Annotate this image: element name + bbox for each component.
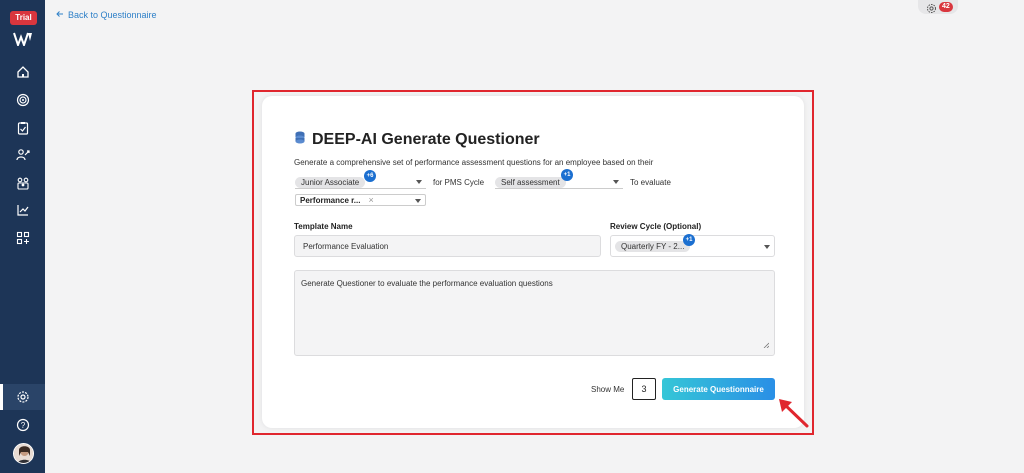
role-more-badge: +6 xyxy=(364,170,376,182)
apps-icon[interactable] xyxy=(14,229,32,247)
subtitle: Generate a comprehensive set of performa… xyxy=(294,158,654,167)
prompt-textarea[interactable]: Generate Questioner to evaluate the perf… xyxy=(294,270,775,356)
chart-icon[interactable] xyxy=(14,201,32,219)
help-icon[interactable]: ? xyxy=(14,416,32,434)
ai-database-icon xyxy=(294,131,306,149)
gear-icon[interactable] xyxy=(14,388,32,406)
back-to-questionnaire-link[interactable]: Back to Questionnaire xyxy=(56,10,157,20)
clipboard-icon[interactable] xyxy=(14,119,32,137)
page-title-text: DEEP-AI Generate Questioner xyxy=(312,131,540,148)
review-cycle-select[interactable]: Quarterly FY - 2... +1 xyxy=(610,234,775,257)
generate-questionnaire-button[interactable]: Generate Questionnaire xyxy=(662,378,775,400)
gear-icon xyxy=(926,1,937,19)
sidebar: Trial ? xyxy=(0,0,45,473)
evaluate-select[interactable]: Performance r... × xyxy=(295,194,426,206)
template-name-input[interactable]: Performance Evaluation xyxy=(294,235,601,257)
chevron-down-icon xyxy=(764,245,770,249)
role-chip: Junior Associate xyxy=(295,176,366,188)
resize-handle-icon[interactable] xyxy=(763,341,770,350)
user-growth-icon[interactable] xyxy=(14,146,32,164)
review-cycle-label: Review Cycle (Optional) xyxy=(610,222,702,231)
cycle-chip: Self assessment xyxy=(495,176,566,188)
brand-logo[interactable] xyxy=(13,32,33,51)
chevron-down-icon xyxy=(416,180,422,184)
chevron-down-icon xyxy=(415,199,421,203)
pms-cycle-select[interactable]: Self assessment +1 xyxy=(495,169,623,189)
close-icon[interactable]: × xyxy=(368,195,373,205)
avatar[interactable] xyxy=(13,443,34,464)
template-name-label: Template Name xyxy=(294,222,353,231)
show-me-input[interactable]: 3 xyxy=(632,378,656,400)
review-cycle-more-badge: +1 xyxy=(683,234,695,246)
notification-count: 42 xyxy=(939,2,953,12)
evaluate-chip: Performance r... xyxy=(300,195,361,205)
role-select[interactable]: Junior Associate +6 xyxy=(295,170,426,189)
settings-notification[interactable]: 42 xyxy=(918,0,958,14)
back-link-label: Back to Questionnaire xyxy=(68,10,157,20)
for-pms-cycle-text: for PMS Cycle xyxy=(433,178,485,187)
show-me-value: 3 xyxy=(641,384,647,394)
prompt-text: Generate Questioner to evaluate the perf… xyxy=(301,279,553,288)
arrow-left-icon xyxy=(56,10,64,20)
svg-text:?: ? xyxy=(21,421,26,430)
page-title: DEEP-AI Generate Questioner xyxy=(294,131,540,149)
to-evaluate-text: To evaluate xyxy=(630,178,671,187)
show-me-label: Show Me xyxy=(591,385,625,394)
pointer-arrow-icon xyxy=(777,397,811,434)
chevron-down-icon xyxy=(613,180,619,184)
review-cycle-chip: Quarterly FY - 2... xyxy=(615,240,691,252)
template-name-value: Performance Evaluation xyxy=(303,241,389,251)
trial-badge: Trial xyxy=(10,11,37,25)
team-icon[interactable] xyxy=(14,174,32,192)
cycle-more-badge: +1 xyxy=(561,169,573,181)
target-icon[interactable] xyxy=(14,91,32,109)
home-icon[interactable] xyxy=(14,63,32,81)
